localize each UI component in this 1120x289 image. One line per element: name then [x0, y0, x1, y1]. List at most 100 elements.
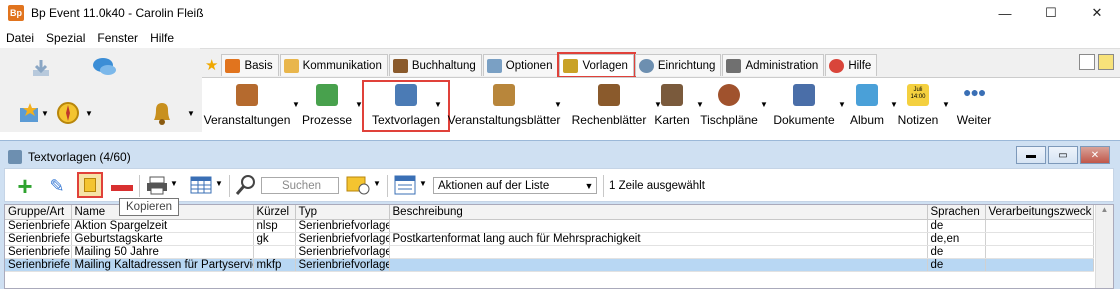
tool-karten[interactable]: Karten ▼: [654, 82, 704, 130]
copy-button[interactable]: [77, 172, 103, 198]
maximize-button[interactable]: ☐: [1028, 0, 1074, 26]
tab-buchhaltung[interactable]: Buchhaltung: [388, 54, 482, 76]
tool-tischplaene[interactable]: Tischpläne ▼: [700, 82, 768, 130]
chevron-down-icon: ▼: [584, 180, 594, 191]
restore-layout-button[interactable]: [1079, 54, 1095, 70]
cell-verarbeitungszweck: [985, 232, 1094, 246]
tab-hilfe[interactable]: Hilfe: [825, 54, 878, 76]
table-row[interactable]: Serienbriefe Aktion Spargelzeit nlsp Ser…: [5, 219, 1094, 233]
menu-hilfe[interactable]: Hilfe: [144, 31, 180, 45]
tool-dokumente[interactable]: Dokumente ▼: [773, 82, 846, 130]
menu-spezial[interactable]: Spezial: [40, 31, 91, 45]
bp-icon: [225, 58, 241, 73]
print-icon[interactable]: [145, 174, 169, 196]
chevron-down-icon[interactable]: ▼: [186, 108, 196, 118]
vertical-scrollbar[interactable]: ▲: [1095, 205, 1113, 288]
delete-button[interactable]: [111, 185, 133, 191]
tab-kommunikation[interactable]: Kommunikation: [279, 54, 388, 76]
accountant-icon: [392, 58, 408, 73]
chevron-down-icon[interactable]: ▼: [170, 179, 178, 188]
tab-vorlagen[interactable]: Vorlagen: [557, 52, 636, 78]
cell-verarbeitungszweck: [985, 219, 1094, 233]
close-button[interactable]: ✕: [1074, 0, 1120, 26]
sticky-note-button[interactable]: [1098, 54, 1114, 70]
chevron-down-icon[interactable]: ▼: [760, 100, 768, 109]
chat-icon[interactable]: [92, 56, 118, 78]
chevron-down-icon[interactable]: ▼: [890, 100, 898, 109]
edit-pencil-icon[interactable]: ✎: [45, 174, 69, 198]
subwindow-minimize-button[interactable]: ▬: [1016, 146, 1046, 164]
tool-veranstaltungen[interactable]: Veranstaltungen ▼: [204, 82, 300, 130]
chevron-down-icon[interactable]: ▼: [215, 179, 223, 188]
cell-verarbeitungszweck: [985, 258, 1094, 272]
copy-tooltip: Kopieren: [119, 198, 180, 216]
star-folder-icon[interactable]: [18, 102, 42, 124]
tool-rechenblaetter[interactable]: Rechenblätter ▼: [566, 82, 662, 130]
tab-einrichtung[interactable]: Einrichtung: [634, 54, 722, 76]
cell-name: Mailing 50 Jahre: [71, 245, 254, 259]
cell-name: Aktion Spargelzeit: [71, 219, 254, 233]
bell-icon[interactable]: [150, 100, 174, 126]
chevron-down-icon[interactable]: ▼: [292, 100, 300, 109]
column-header-verarbeitungszweck[interactable]: Verarbeitungszweck: [985, 205, 1094, 220]
subwindow-title: Textvorlagen (4/60): [8, 150, 131, 164]
tool-weiter[interactable]: ●●● Weiter: [956, 82, 992, 130]
process-icon: [316, 84, 338, 106]
list-actions-icon[interactable]: [393, 174, 417, 196]
table-view-icon[interactable]: [189, 174, 213, 196]
column-header-beschreibung[interactable]: Beschreibung: [389, 205, 928, 220]
tool-prozesse[interactable]: Prozesse ▼: [302, 82, 363, 130]
column-header-gruppe-art[interactable]: Gruppe/Art: [5, 205, 72, 220]
text-template-icon: [395, 84, 417, 106]
title-bar: Bp Bp Event 11.0k40 - Carolin Fleiß — ☐ …: [0, 0, 1120, 26]
chevron-down-icon[interactable]: ▼: [355, 100, 363, 109]
subwindow-maximize-button[interactable]: ▭: [1048, 146, 1078, 164]
tab-administration[interactable]: Administration: [722, 54, 825, 76]
cell-beschreibung: [389, 219, 928, 233]
gear-icon: [638, 58, 654, 73]
tool-textvorlagen[interactable]: Textvorlagen ▼: [362, 80, 450, 132]
chevron-down-icon[interactable]: ▼: [84, 108, 94, 118]
list-actions-select[interactable]: Aktionen auf der Liste ▼: [433, 177, 597, 194]
table-row[interactable]: Serienbriefe Mailing 50 Jahre Serienbrie…: [5, 245, 1094, 259]
chevron-down-icon[interactable]: ▼: [373, 179, 381, 188]
search-input[interactable]: Suchen: [261, 177, 339, 194]
toolbar-separator: [229, 175, 230, 197]
tool-veranstaltungsblaetter[interactable]: Veranstaltungsblätter ▼: [448, 82, 562, 130]
tool-notizen[interactable]: Juli 14:00 Notizen ▼: [898, 82, 950, 130]
tool-album[interactable]: Album ▼: [850, 82, 898, 130]
menu-datei[interactable]: Datei: [0, 31, 40, 45]
subwindow-close-button[interactable]: ✕: [1080, 146, 1110, 164]
search-icon[interactable]: [235, 174, 257, 196]
chevron-down-icon[interactable]: ▼: [554, 100, 562, 109]
cell-name: Mailing Kaltadressen für Partyservice: [71, 258, 254, 272]
column-header-kuerzel[interactable]: Kürzel: [253, 205, 296, 220]
chevron-down-icon[interactable]: ▼: [434, 100, 442, 109]
filter-group-icon[interactable]: [345, 174, 371, 196]
calc-sheet-icon: [598, 84, 620, 106]
minimize-button[interactable]: —: [982, 0, 1028, 26]
menu-bar: Datei Spezial Fenster Hilfe: [0, 28, 180, 48]
chevron-down-icon[interactable]: ▼: [838, 100, 846, 109]
chevron-down-icon[interactable]: ▼: [419, 179, 427, 188]
cell-gruppe-art: Serienbriefe: [5, 258, 72, 272]
tab-optionen[interactable]: Optionen: [482, 54, 559, 76]
download-icon[interactable]: [30, 58, 52, 78]
chevron-down-icon[interactable]: ▼: [942, 100, 950, 109]
cell-kuerzel: mkfp: [253, 258, 296, 272]
table-row[interactable]: Serienbriefe Geburtstagskarte gk Serienb…: [5, 232, 1094, 246]
column-header-typ[interactable]: Typ: [295, 205, 390, 220]
window-controls: — ☐ ✕: [982, 0, 1120, 26]
add-button[interactable]: +: [13, 173, 37, 199]
column-header-sprachen[interactable]: Sprachen: [927, 205, 986, 220]
templates-table: Gruppe/Art Name Kürzel Typ Beschreibung …: [4, 204, 1114, 289]
chevron-down-icon[interactable]: ▼: [40, 108, 50, 118]
scroll-up-icon[interactable]: ▲: [1096, 205, 1113, 219]
menu-fenster[interactable]: Fenster: [91, 31, 144, 45]
table-row-selected[interactable]: Serienbriefe Mailing Kaltadressen für Pa…: [5, 258, 1094, 272]
compass-icon[interactable]: [56, 101, 80, 125]
favorites-star-icon[interactable]: ★: [202, 54, 221, 76]
cell-beschreibung: [389, 245, 928, 259]
toolbar-separator: [603, 175, 604, 197]
tab-basis[interactable]: Basis: [221, 54, 279, 76]
